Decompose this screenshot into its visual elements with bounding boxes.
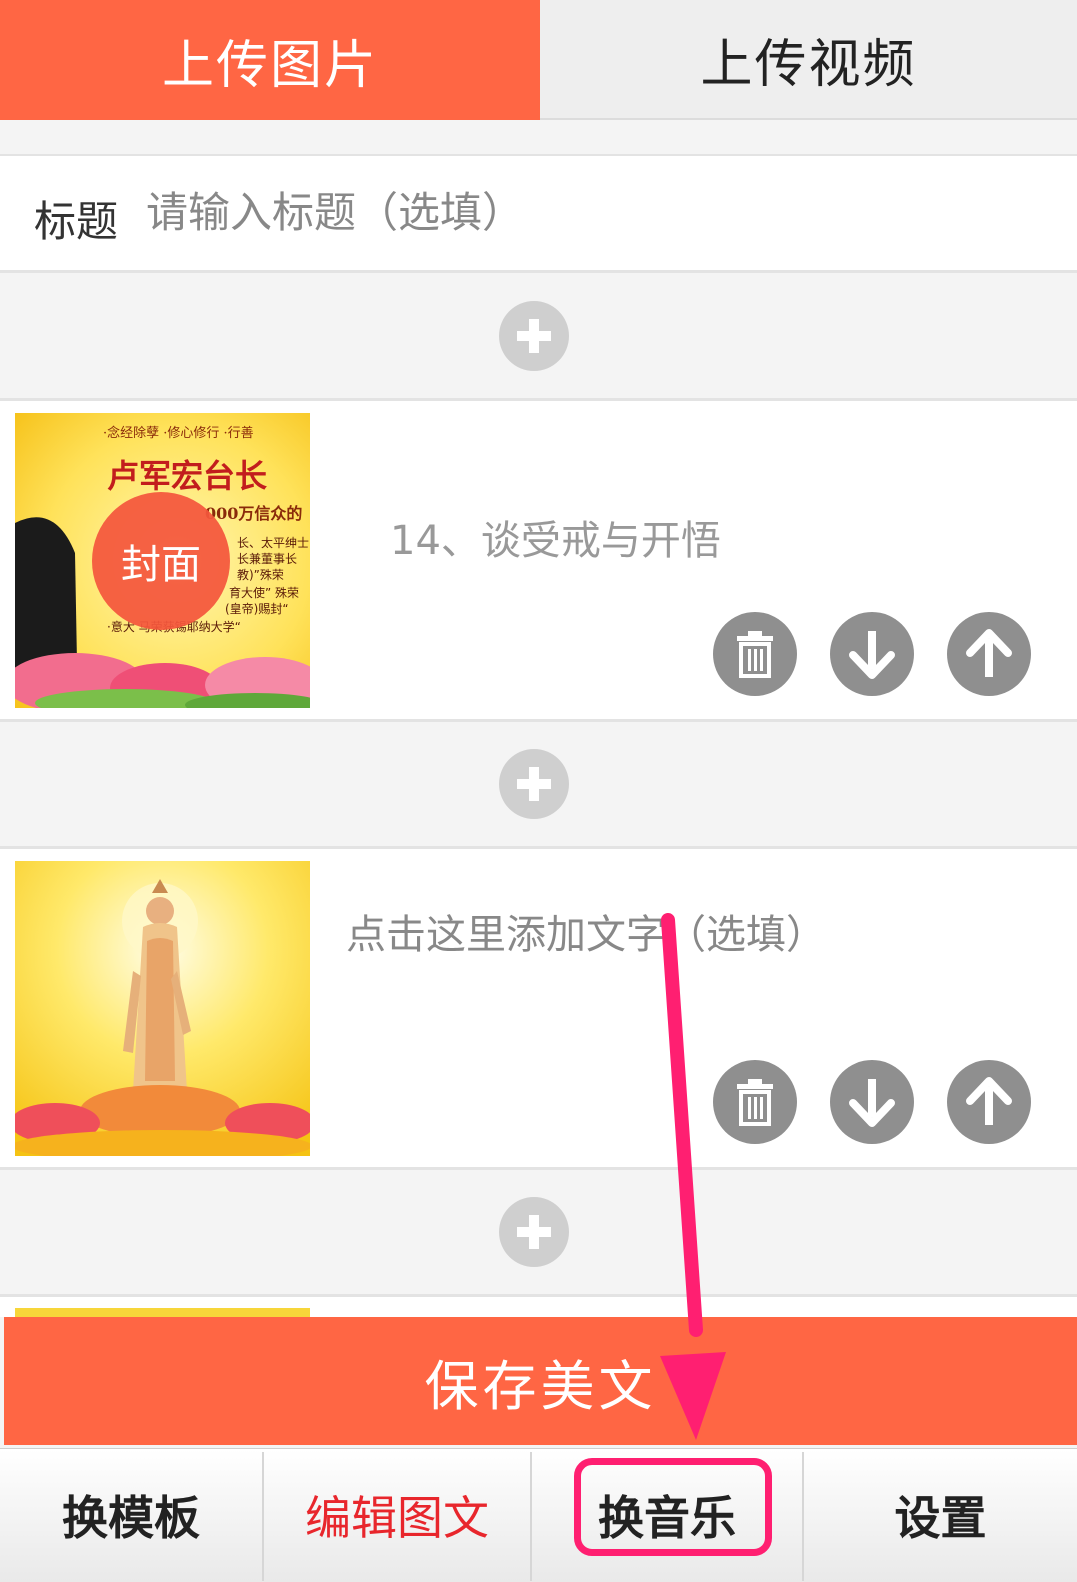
annotation-arrow-icon xyxy=(660,913,726,1440)
title-input[interactable] xyxy=(146,182,1026,242)
add-item-button[interactable] xyxy=(499,301,569,371)
poster-top-line: ·念经除孽 ·修心修行 ·行善 xyxy=(103,425,254,441)
poster-sub: 000万信众的 xyxy=(205,504,302,523)
arrow-up-icon xyxy=(966,629,1012,677)
arrow-down-icon xyxy=(849,631,895,679)
divider xyxy=(0,719,1077,722)
delete-button[interactable] xyxy=(713,612,797,696)
highlight-box xyxy=(574,1458,772,1556)
plus-icon xyxy=(517,1215,551,1249)
item-thumbnail-peek xyxy=(15,1308,310,1317)
plus-icon xyxy=(517,319,551,353)
arrow-up-icon xyxy=(966,1077,1012,1125)
nav-settings[interactable]: 设置 xyxy=(804,1448,1077,1581)
title-label: 标题 xyxy=(34,197,119,246)
tab-upload-video[interactable]: 上传视频 xyxy=(540,0,1077,120)
divider xyxy=(0,1167,1077,1170)
arrow-down-icon xyxy=(849,1079,895,1127)
item-caption[interactable]: 14、谈受戒与开悟 xyxy=(390,508,721,566)
item-thumbnail[interactable] xyxy=(15,861,310,1156)
move-up-button[interactable] xyxy=(947,612,1031,696)
poster-line: 育大使” 殊荣 xyxy=(229,585,299,600)
poster-line: 长兼董事长 xyxy=(237,552,297,566)
cover-badge: 封面 xyxy=(92,492,230,630)
save-article-button[interactable]: 保存美文 xyxy=(4,1317,1077,1445)
tab-upload-images[interactable]: 上传图片 xyxy=(0,0,540,120)
trash-icon xyxy=(737,631,773,678)
poster-line: 长、太平绅士 xyxy=(237,535,309,550)
nav-edit-content[interactable]: 编辑图文 xyxy=(264,1448,530,1581)
poster-line: 教)”殊荣 xyxy=(237,567,284,582)
add-item-button[interactable] xyxy=(499,1197,569,1267)
plus-icon xyxy=(517,767,551,801)
add-item-button[interactable] xyxy=(499,749,569,819)
buddha-image xyxy=(15,861,310,1156)
poster-heading: 卢军宏台长 xyxy=(107,457,267,495)
divider xyxy=(0,270,1077,273)
move-down-button[interactable] xyxy=(830,612,914,696)
move-down-button[interactable] xyxy=(830,1060,914,1144)
nav-change-template[interactable]: 换模板 xyxy=(0,1448,262,1581)
poster-line: (皇帝)赐封“ xyxy=(225,601,289,616)
move-up-button[interactable] xyxy=(947,1060,1031,1144)
